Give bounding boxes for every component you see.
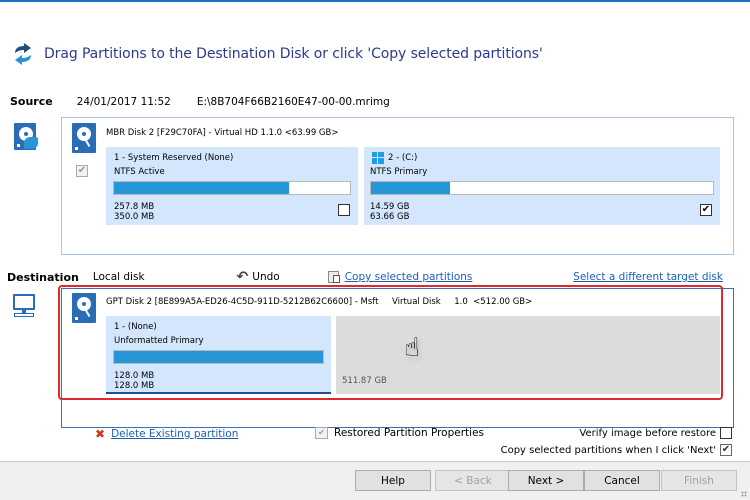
partition-sizes: 257.8 MB 350.0 MB [114, 202, 154, 222]
destination-partition-1[interactable]: 1 - (None) Unformatted Primary 128.0 MB … [106, 316, 331, 394]
source-disk-panel: MBR Disk 2 [F29C70FA] - Virtual HD 1.1.0… [61, 117, 734, 255]
back-button[interactable]: < Back [435, 470, 511, 491]
source-partition-2[interactable]: 2 - (C:) NTFS Primary 14.59 GB 63.66 GB … [364, 147, 720, 225]
source-disk-title: MBR Disk 2 [F29C70FA] - Virtual HD 1.1.0… [106, 128, 339, 138]
destination-row: Destination Local disk ↶ Undo Copy selec… [7, 269, 747, 285]
windows-logo-icon [372, 152, 384, 164]
usage-bar [113, 181, 351, 195]
select-different-target-link[interactable]: Select a different target disk [573, 271, 723, 283]
destination-disk-title: GPT Disk 2 [8E899A5A-ED26-4C5D-911D-5212… [106, 297, 533, 307]
source-partition-1[interactable]: 1 - System Reserved (None) NTFS Active 2… [106, 147, 358, 225]
partition-used: 14.59 GB [370, 202, 410, 212]
source-date: 24/01/2017 11:52 [76, 95, 171, 108]
next-button[interactable]: Next > [508, 470, 584, 491]
restored-properties-label: Restored Partition Properties [334, 427, 485, 439]
destination-disk-panel: GPT Disk 2 [8E899A5A-ED26-4C5D-911D-5212… [61, 288, 734, 428]
source-path: E:\8B704F66B2160E47-00-00.mrimg [196, 95, 390, 108]
partition-2-checkbox[interactable]: ✔ [700, 204, 712, 216]
partition-sizes: 128.0 MB 128.0 MB [114, 371, 154, 391]
cancel-button[interactable]: Cancel [584, 470, 660, 491]
partition-sizes: 14.59 GB 63.66 GB [370, 202, 409, 222]
source-label: Source [10, 95, 53, 108]
copy-on-next-checkbox[interactable]: ✔ [720, 444, 732, 456]
copy-on-next-label: Copy selected partitions when I click 'N… [500, 444, 716, 456]
hard-disk-icon [72, 293, 96, 323]
delete-partition-link[interactable]: ✖ Delete Existing partition [95, 427, 238, 441]
page-title: Drag Partitions to the Destination Disk … [44, 46, 543, 62]
partition-name: 1 - System Reserved (None) [114, 153, 234, 163]
hard-disk-icon [72, 123, 96, 153]
partition-type: NTFS Active [114, 167, 165, 177]
partition-name: 2 - (C:) [388, 153, 418, 163]
wizard-header: Drag Partitions to the Destination Disk … [12, 40, 543, 68]
destination-label: Destination [7, 270, 79, 284]
undo-icon: ↶ [236, 269, 249, 285]
usage-bar-fill [371, 182, 450, 194]
partition-total: 350.0 MB [114, 212, 155, 222]
usage-bar [113, 350, 324, 364]
partition-used: 128.0 MB [114, 371, 155, 381]
copy-on-next-option[interactable]: Copy selected partitions when I click 'N… [501, 444, 732, 456]
undo-label: Undo [252, 271, 280, 283]
usage-bar-fill [114, 182, 289, 194]
copy-selected-label[interactable]: Copy selected partitions [345, 271, 473, 283]
refresh-arrows-icon [15, 43, 31, 65]
usage-bar [370, 181, 714, 195]
partition-used: 257.8 MB [114, 202, 155, 212]
partition-1-checkbox[interactable] [338, 204, 350, 216]
verify-image-option[interactable]: Verify image before restore [579, 427, 732, 439]
usage-bar-fill [114, 351, 323, 363]
copy-icon [327, 271, 340, 283]
monitor-icon [11, 292, 37, 318]
hand-cursor-icon: ☝ [404, 333, 420, 363]
partition-type: Unformatted Primary [114, 336, 204, 346]
window-top-border [0, 0, 750, 2]
help-button[interactable]: Help [355, 470, 431, 491]
image-file-icon [14, 123, 38, 150]
partition-total: 63.66 GB [370, 212, 410, 222]
unallocated-space[interactable]: 511.87 GB [336, 316, 720, 394]
partition-type: NTFS Primary [370, 167, 428, 177]
unallocated-size: 511.87 GB [342, 376, 387, 386]
restored-partition-properties-button[interactable]: ✔ Restored Partition Properties [315, 427, 484, 439]
partition-name: 1 - (None) [114, 322, 157, 332]
delete-partition-label[interactable]: Delete Existing partition [111, 428, 238, 440]
verify-label: Verify image before restore [579, 427, 716, 439]
verify-checkbox[interactable] [720, 427, 732, 439]
destination-target: Local disk [92, 271, 145, 283]
source-row: Source 24/01/2017 11:52 E:\8B704F66B2160… [10, 95, 390, 108]
resize-grip[interactable] [741, 491, 747, 497]
properties-icon: ✔ [315, 427, 328, 439]
finish-button[interactable]: Finish [661, 470, 737, 491]
copy-selected-partitions-link[interactable]: Copy selected partitions [327, 271, 473, 283]
source-disk-checkbox[interactable]: ✔ [76, 165, 88, 177]
undo-button[interactable]: ↶ Undo [237, 269, 280, 285]
delete-x-icon: ✖ [95, 427, 106, 441]
partition-total: 128.0 MB [114, 381, 155, 391]
